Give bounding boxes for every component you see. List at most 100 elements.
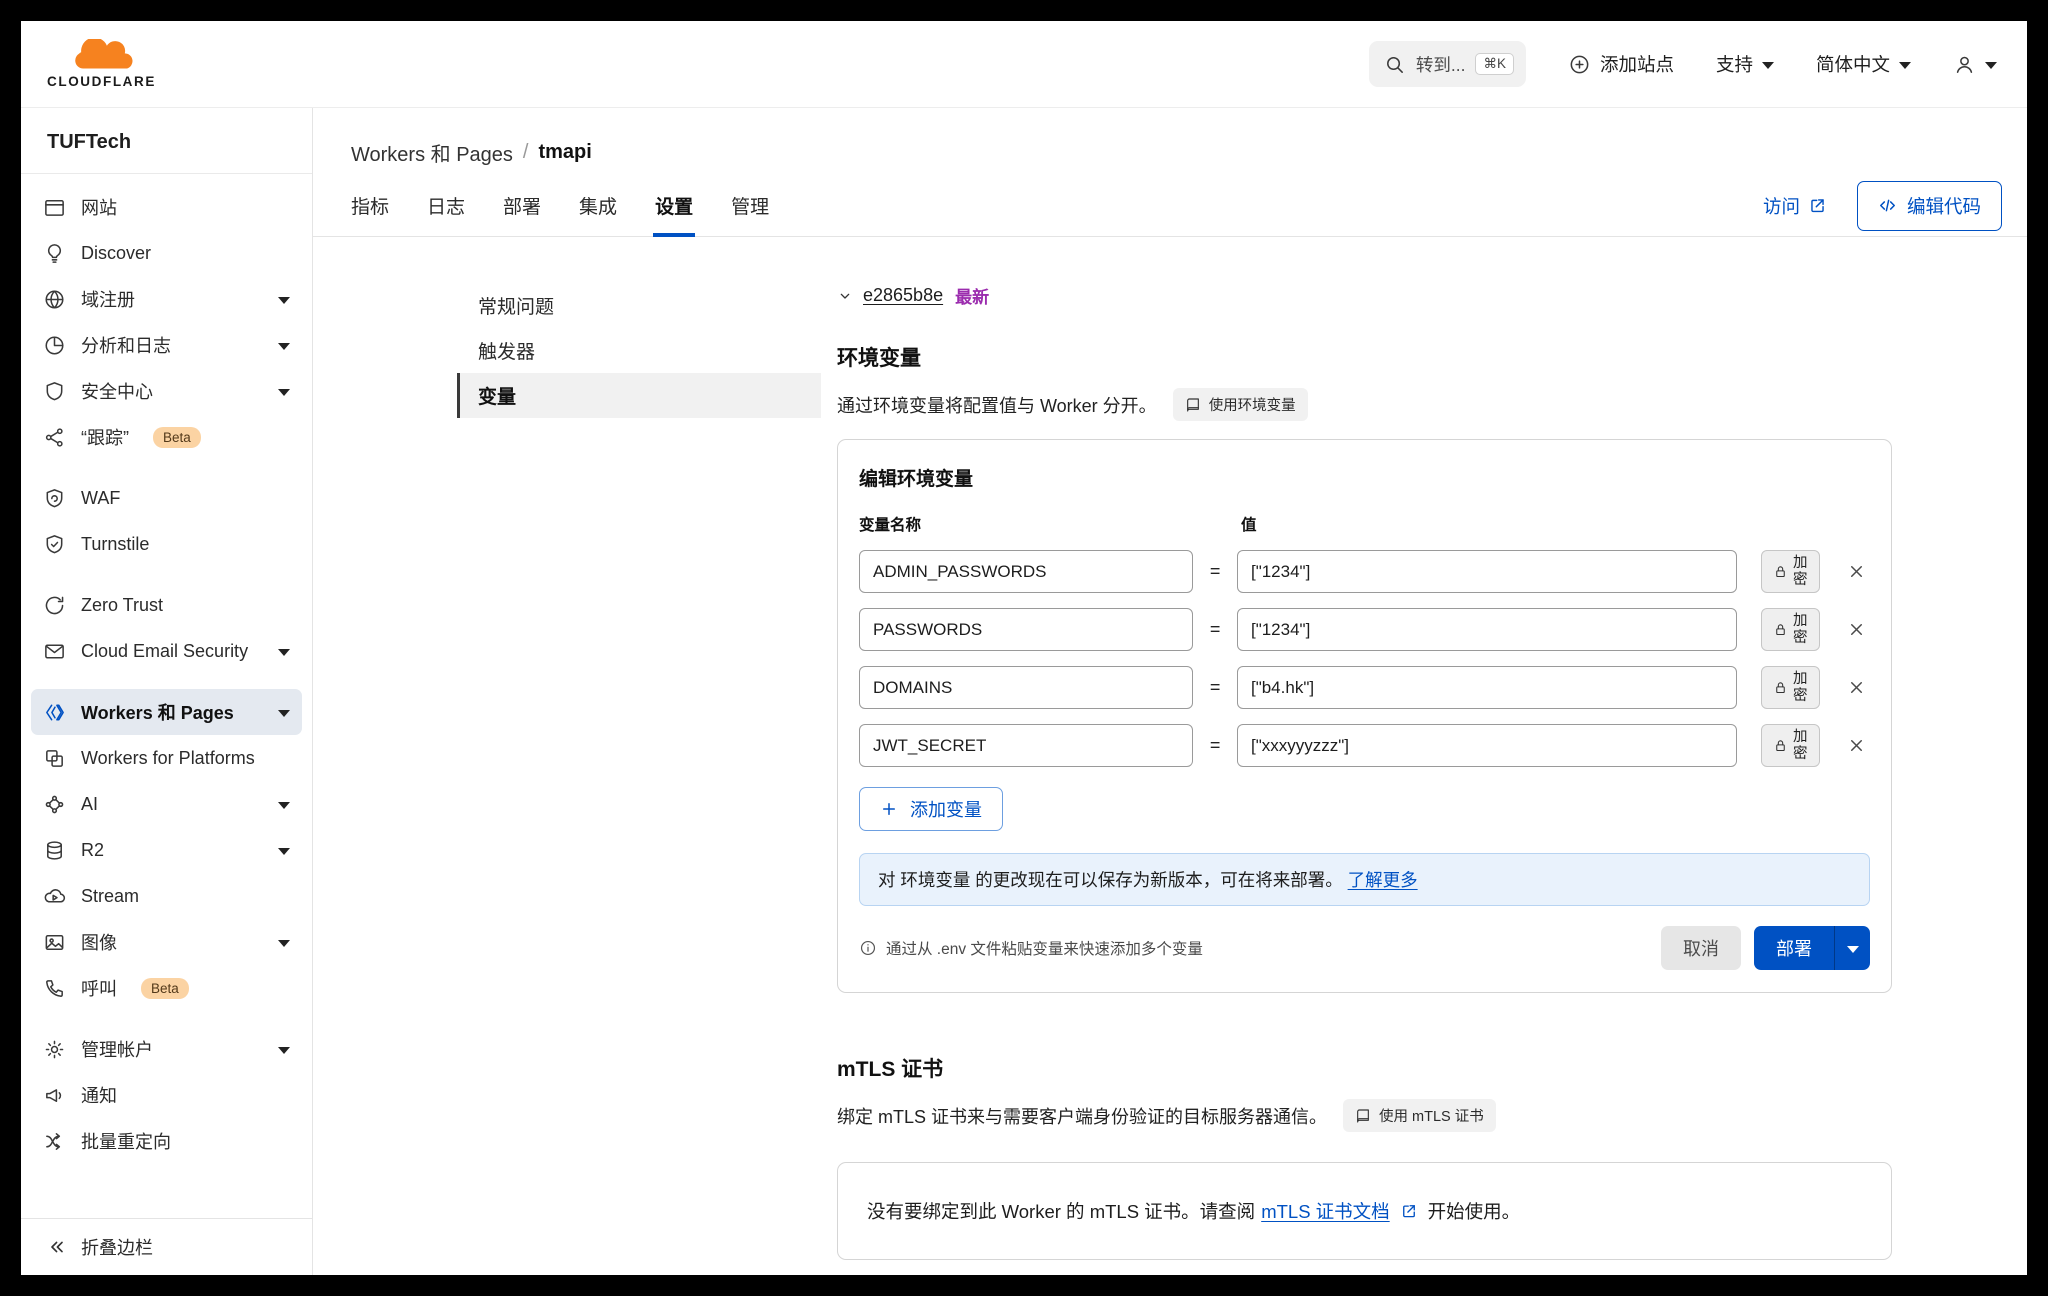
tab-metrics[interactable]: 指标: [351, 175, 389, 236]
sidebar-group: WAF Turnstile: [31, 475, 302, 567]
add-site-button[interactable]: 添加站点: [1568, 51, 1674, 77]
sidebar-item-workers-platforms[interactable]: Workers for Platforms: [31, 735, 302, 781]
sidebar-item-email-security[interactable]: Cloud Email Security: [31, 628, 302, 674]
caret-down-icon: [1847, 946, 1859, 953]
var-value-input[interactable]: [1237, 724, 1737, 767]
cancel-button[interactable]: 取消: [1661, 926, 1741, 970]
cloudflare-logo[interactable]: CLOUDFLARE: [47, 39, 156, 89]
breadcrumb-parent[interactable]: Workers 和 Pages: [351, 138, 513, 167]
lock-icon: [1773, 622, 1788, 637]
tab-manage[interactable]: 管理: [731, 175, 769, 236]
sidebar-item-trace[interactable]: “跟踪” Beta: [31, 414, 302, 460]
collapse-sidebar-button[interactable]: 折叠边栏: [21, 1218, 312, 1275]
chevron-down-icon: [837, 288, 853, 304]
subnav-item-triggers[interactable]: 触发器: [457, 328, 821, 373]
sidebar-item-notifications[interactable]: 通知: [31, 1072, 302, 1118]
version-selector[interactable]: e2865b8e 最新: [837, 283, 1892, 308]
sidebar-item-bulk-redirects[interactable]: 批量重定向: [31, 1118, 302, 1164]
remove-variable-button[interactable]: [1842, 674, 1870, 702]
deploy-options-caret[interactable]: [1834, 926, 1870, 970]
versions-notice-banner: 对 环境变量 的更改现在可以保存为新版本，可在将来部署。 了解更多: [859, 853, 1870, 906]
var-name-input[interactable]: [859, 724, 1193, 767]
megaphone-icon: [43, 1084, 66, 1107]
sidebar-group: 网站 Discover 域注册 分析和日志: [31, 184, 302, 460]
learn-more-link[interactable]: 了解更多: [1348, 870, 1418, 890]
var-name-input[interactable]: [859, 608, 1193, 651]
sidebar-item-analytics[interactable]: 分析和日志: [31, 322, 302, 368]
cloudflare-cloud-icon: [60, 39, 144, 73]
edit-code-button[interactable]: 编辑代码: [1857, 181, 2002, 231]
remove-variable-button[interactable]: [1842, 558, 1870, 586]
account-name[interactable]: TUFTech: [21, 108, 312, 174]
remove-variable-button[interactable]: [1842, 732, 1870, 760]
user-icon: [1953, 53, 1976, 76]
encrypt-button[interactable]: 加密: [1761, 608, 1820, 651]
var-name-input[interactable]: [859, 550, 1193, 593]
visit-link[interactable]: 访问: [1763, 193, 1827, 219]
tab-logs[interactable]: 日志: [427, 175, 465, 236]
var-value-input[interactable]: [1237, 666, 1737, 709]
sidebar-item-images[interactable]: 图像: [31, 919, 302, 965]
close-icon: [1847, 620, 1866, 639]
sidebar-group: Zero Trust Cloud Email Security: [31, 582, 302, 674]
caret-down-icon: [1899, 62, 1911, 69]
envelope-icon: [43, 640, 66, 663]
env-doc-badge[interactable]: 使用环境变量: [1173, 388, 1308, 421]
var-value-input[interactable]: [1237, 550, 1737, 593]
deploy-button[interactable]: 部署: [1754, 926, 1834, 970]
sidebar-item-discover[interactable]: Discover: [31, 230, 302, 276]
close-icon: [1847, 562, 1866, 581]
sidebar-item-r2[interactable]: R2: [31, 827, 302, 873]
workers-icon: [43, 701, 66, 724]
stacked-squares-icon: [43, 747, 66, 770]
plus-circle-icon: [1568, 53, 1591, 76]
tab-deployments[interactable]: 部署: [503, 175, 541, 236]
subnav-item-variables[interactable]: 变量: [457, 373, 821, 418]
sidebar-item-manage-account[interactable]: 管理帐户: [31, 1026, 302, 1072]
gear-icon: [43, 1038, 66, 1061]
sidebar-item-calls[interactable]: 呼叫 Beta: [31, 965, 302, 1011]
support-menu[interactable]: 支持: [1716, 51, 1774, 77]
sidebar-item-security-center[interactable]: 安全中心: [31, 368, 302, 414]
var-value-input[interactable]: [1237, 608, 1737, 651]
chevron-down-icon: [278, 343, 290, 350]
top-bar: CLOUDFLARE 转到... ⌘K 添加站点 支持 简体中文: [21, 21, 2027, 108]
sidebar-item-zero-trust[interactable]: Zero Trust: [31, 582, 302, 628]
breadcrumb-current: tmapi: [538, 141, 591, 164]
sidebar-item-turnstile[interactable]: Turnstile: [31, 521, 302, 567]
user-menu[interactable]: [1953, 53, 1997, 76]
env-section-title: 环境变量: [837, 342, 1892, 372]
env-row: = 加密: [859, 550, 1870, 593]
sidebar-item-waf[interactable]: WAF: [31, 475, 302, 521]
global-search[interactable]: 转到... ⌘K: [1369, 41, 1526, 87]
sidebar-group: Workers 和 Pages Workers for Platforms AI: [31, 689, 302, 1011]
sidebar-item-workers-pages[interactable]: Workers 和 Pages: [31, 689, 302, 735]
encrypt-button[interactable]: 加密: [1761, 666, 1820, 709]
sidebar-item-websites[interactable]: 网站: [31, 184, 302, 230]
chevron-down-icon: [278, 1047, 290, 1054]
add-variable-button[interactable]: 添加变量: [859, 787, 1003, 831]
browser-icon: [43, 196, 66, 219]
sidebar-item-ai[interactable]: AI: [31, 781, 302, 827]
mtls-doc-badge[interactable]: 使用 mTLS 证书: [1343, 1099, 1496, 1132]
chevron-down-icon: [278, 389, 290, 396]
image-icon: [43, 931, 66, 954]
breadcrumb-separator: /: [523, 141, 529, 164]
language-menu[interactable]: 简体中文: [1816, 51, 1911, 77]
lightbulb-icon: [43, 242, 66, 265]
settings-subnav: 常规问题 触发器 变量: [457, 283, 821, 1275]
var-name-input[interactable]: [859, 666, 1193, 709]
chevron-down-icon: [278, 710, 290, 717]
encrypt-button[interactable]: 加密: [1761, 550, 1820, 593]
sidebar-item-domains[interactable]: 域注册: [31, 276, 302, 322]
sidebar-item-stream[interactable]: Stream: [31, 873, 302, 919]
subnav-item-general[interactable]: 常规问题: [457, 283, 821, 328]
tab-integrations[interactable]: 集成: [579, 175, 617, 236]
mtls-description: 绑定 mTLS 证书来与需要客户端身份验证的目标服务器通信。: [837, 1103, 1327, 1129]
remove-variable-button[interactable]: [1842, 616, 1870, 644]
encrypt-button[interactable]: 加密: [1761, 724, 1820, 767]
tab-settings[interactable]: 设置: [655, 175, 693, 236]
mtls-docs-link[interactable]: mTLS 证书文档: [1261, 1198, 1389, 1224]
version-latest-badge: 最新: [955, 283, 989, 308]
main-area: Workers 和 Pages / tmapi 指标 日志 部署 集成 设置 管…: [313, 108, 2027, 1275]
